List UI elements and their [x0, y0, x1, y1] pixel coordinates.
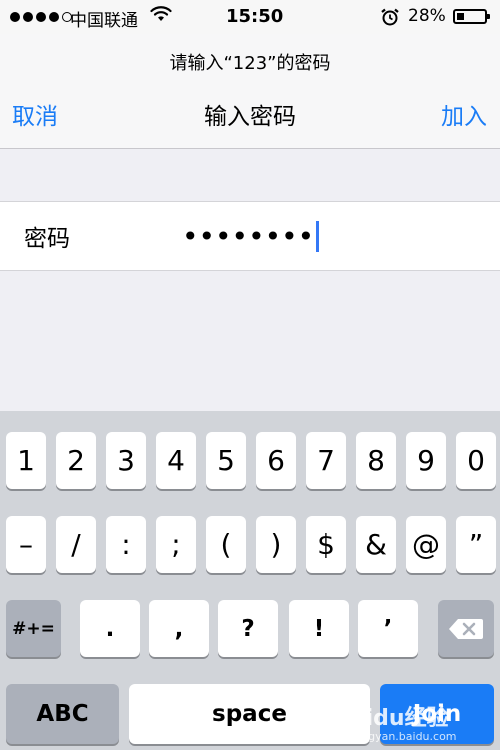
signal-dot: [23, 12, 33, 22]
battery-percent: 28%: [408, 6, 446, 26]
battery-tip: [487, 14, 490, 19]
key-period[interactable]: .: [80, 600, 140, 657]
key-4[interactable]: 4: [156, 432, 196, 489]
join-key[interactable]: Join: [380, 684, 494, 744]
key-comma[interactable]: ,: [149, 600, 209, 657]
key-dollar[interactable]: $: [306, 516, 346, 573]
password-prompt: 请输入“123”的密码: [169, 53, 331, 74]
key-5[interactable]: 5: [206, 432, 246, 489]
key-question[interactable]: ?: [218, 600, 278, 657]
password-input[interactable]: ••••••••: [182, 213, 320, 259]
key-exclamation[interactable]: !: [289, 600, 349, 657]
password-label: 密码: [24, 226, 70, 252]
carrier-name: 中国联通: [70, 11, 138, 31]
key-1[interactable]: 1: [6, 432, 46, 489]
key-quote[interactable]: ”: [456, 516, 496, 573]
key-dash[interactable]: –: [6, 516, 46, 573]
key-open-paren[interactable]: (: [206, 516, 246, 573]
key-7[interactable]: 7: [306, 432, 346, 489]
key-at[interactable]: @: [406, 516, 446, 573]
key-9[interactable]: 9: [406, 432, 446, 489]
key-colon[interactable]: :: [106, 516, 146, 573]
backspace-icon: [449, 618, 483, 639]
backspace-button[interactable]: [438, 600, 494, 657]
signal-dot: [10, 12, 20, 22]
space-bar[interactable]: space: [129, 684, 370, 744]
text-caret: [316, 220, 320, 252]
key-6[interactable]: 6: [256, 432, 296, 489]
password-row[interactable]: 密码 ••••••••: [0, 201, 500, 271]
navigation-bar: 请输入“123”的密码 取消 输入密码 加入: [0, 34, 500, 149]
key-more-symbols[interactable]: #+=: [6, 600, 61, 657]
key-apostrophe[interactable]: ’: [358, 600, 418, 657]
signal-dot: [49, 12, 59, 22]
status-time: 15:50: [226, 6, 284, 27]
key-3[interactable]: 3: [106, 432, 146, 489]
key-2[interactable]: 2: [56, 432, 96, 489]
key-8[interactable]: 8: [356, 432, 396, 489]
key-ampersand[interactable]: &: [356, 516, 396, 573]
key-slash[interactable]: /: [56, 516, 96, 573]
wifi-icon: [150, 5, 172, 28]
page-title: 输入密码: [204, 104, 296, 130]
status-bar: 中国联通 15:50 28%: [0, 0, 500, 34]
keyboard: 1 2 3 4 5 6 7 8 9 0 – / : ; ( ) $ & @ ” …: [0, 411, 500, 750]
battery-icon: [453, 9, 490, 24]
key-semicolon[interactable]: ;: [156, 516, 196, 573]
key-close-paren[interactable]: ): [256, 516, 296, 573]
battery-fill: [457, 13, 464, 20]
key-0[interactable]: 0: [456, 432, 496, 489]
signal-dot: [36, 12, 46, 22]
join-button[interactable]: 加入: [441, 97, 487, 131]
password-dots: ••••••••: [182, 219, 315, 253]
signal-strength-icon: [10, 12, 72, 22]
abc-button[interactable]: ABC: [6, 684, 119, 744]
alarm-clock-icon: [380, 7, 400, 32]
